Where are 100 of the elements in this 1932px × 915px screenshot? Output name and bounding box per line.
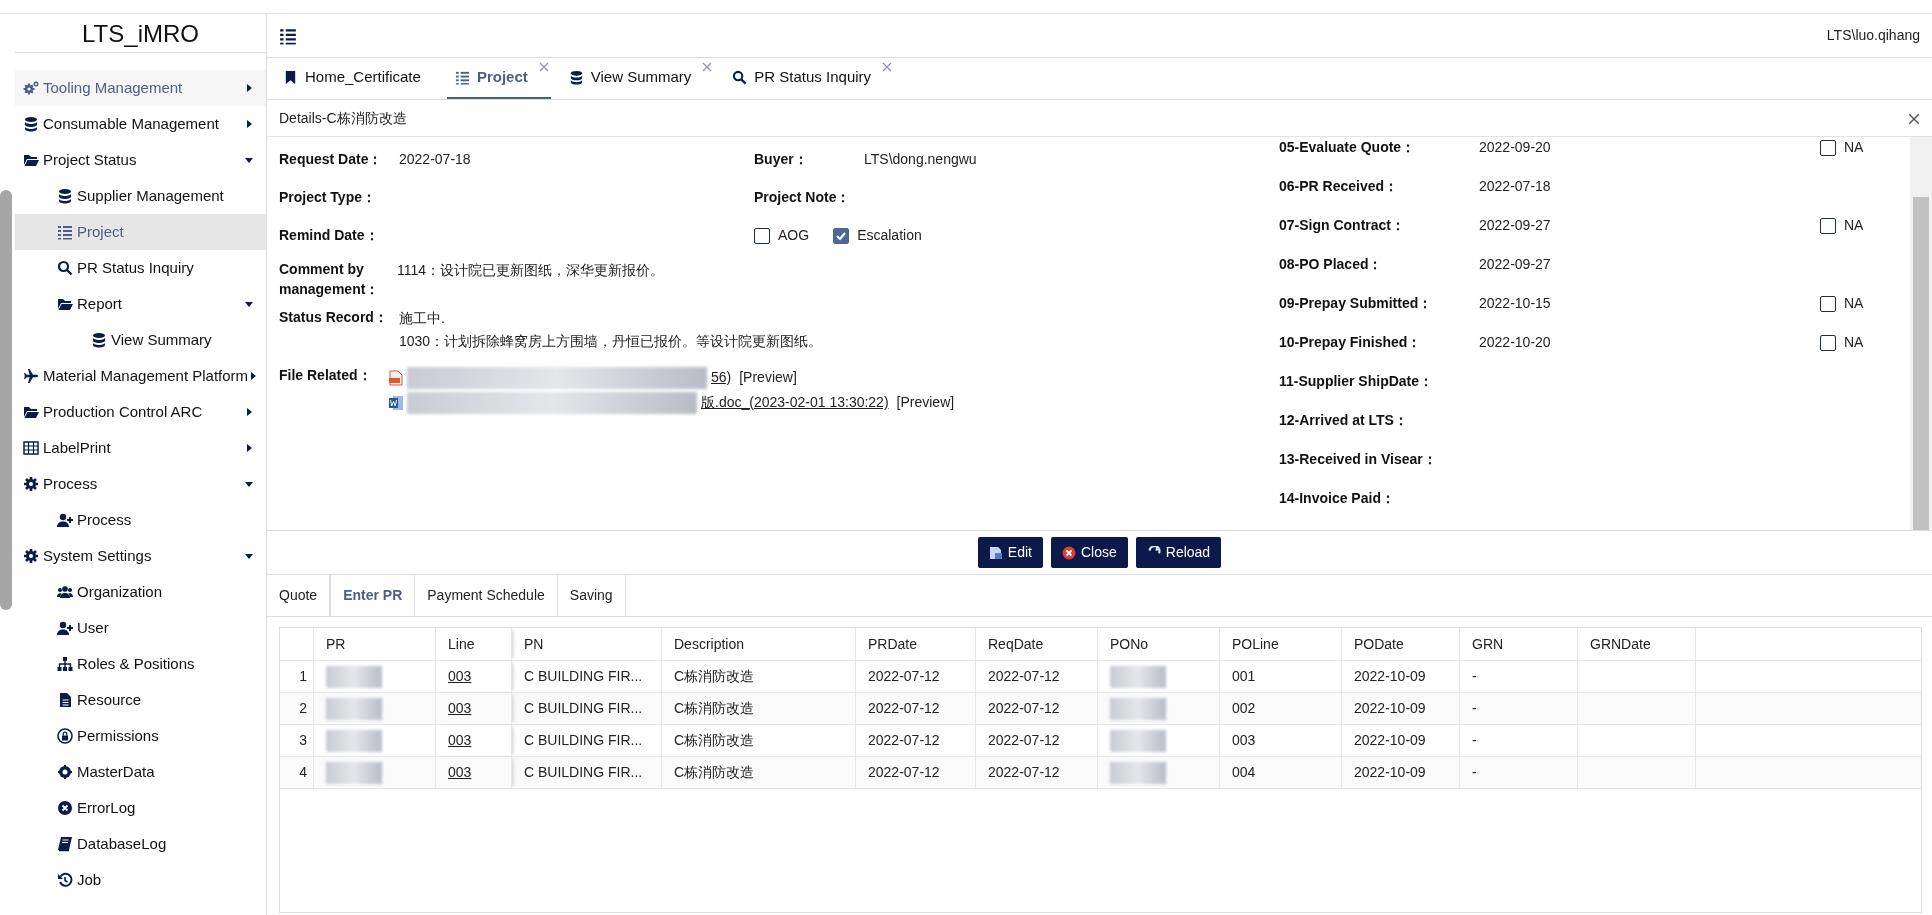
column-header[interactable]: PODate [1342,628,1460,660]
column-header[interactable]: PR [314,628,436,660]
preview-link[interactable]: [Preview] [739,367,797,388]
tab[interactable]: Quote [267,575,331,616]
tab[interactable]: Enter PR [330,575,416,616]
field-label: Project Type： [279,188,376,207]
column-header[interactable]: Description [662,628,856,660]
row-number: 1 [280,661,314,692]
column-header[interactable]: PRDate [856,628,976,660]
file-link[interactable]: 版.doc_(2023-02-01 13:30:22) [701,392,889,413]
sidebar-item[interactable]: User [15,610,266,646]
word-document-icon [389,394,403,411]
table-cell: - [1460,693,1578,724]
close-icon[interactable] [702,62,713,72]
field-label: 08-PO Placed： [1279,255,1384,274]
sidebar-item[interactable]: Tooling Management [15,70,266,106]
action-button[interactable]: Close [1050,537,1128,568]
checkbox[interactable] [833,227,850,244]
gear-icon [23,548,39,564]
tab[interactable]: Home_Certificate [275,58,437,99]
close-icon[interactable] [538,62,549,72]
tab[interactable]: Saving [557,575,626,616]
users-icon [57,584,73,600]
column-header[interactable]: GRN [1460,628,1578,660]
sidebar-item[interactable]: PR Status Inquiry [15,250,266,286]
line-link[interactable]: 003 [448,666,472,687]
table-cell: C栋消防改造 [662,757,856,788]
column-header[interactable]: Line [436,628,512,660]
field-value: 2022-10-20 [1479,334,1551,350]
column-header[interactable]: GRNDate [1578,628,1696,660]
sidebar-item[interactable]: Resource [15,682,266,718]
line-link[interactable]: 003 [448,730,472,751]
sidebar-item[interactable]: View Summary [15,322,266,358]
sidebar-item[interactable]: Roles & Positions [15,646,266,682]
sidebar-item[interactable]: Consumable Management [15,106,266,142]
sidebar-item[interactable]: Supplier Management [15,178,266,214]
error-icon [57,800,73,816]
column-header[interactable]: PN [512,628,662,660]
field-label: Remind Date： [279,226,379,245]
field-value: 2022-07-18 [1479,178,1551,194]
scrollbar[interactable] [1910,137,1932,530]
search-icon [57,260,73,276]
table-cell: C BUILDING FIR... [512,693,662,724]
table-cell: 003 [1220,725,1342,756]
table-cell: 002 [1220,693,1342,724]
sidebar-item[interactable]: Job [15,862,266,898]
sidebar-item[interactable]: Project Status [15,142,266,178]
sidebar-item[interactable]: MasterData [15,754,266,790]
app-logo: LTS_iMRO [15,14,266,53]
checkbox[interactable] [1820,295,1836,312]
file-icon [57,692,73,708]
field-label: 12-Arrived at LTS： [1279,411,1409,430]
scrollbar-thumb[interactable] [0,190,12,610]
sidebar-item[interactable]: Organization [15,574,266,610]
sidebar-item[interactable]: Permissions [15,718,266,754]
column-header[interactable]: ReqDate [976,628,1098,660]
line-link[interactable]: 003 [448,698,472,719]
action-button[interactable]: Reload [1135,537,1222,568]
sidebar-item[interactable]: Production Control ARC [15,394,266,430]
sidebar-item[interactable]: Process [15,502,266,538]
sidebar-item[interactable]: LabelPrint [15,430,266,466]
search-icon [732,70,748,85]
column-header[interactable]: PONo [1098,628,1220,660]
plane-icon [23,368,39,384]
table-cell: - [1460,661,1578,692]
file-link[interactable]: 56) [711,367,732,388]
user-name[interactable]: LTS\luo.qihang [1826,25,1920,46]
table-cell: 2022-07-12 [976,661,1098,692]
action-button[interactable]: Edit [977,537,1043,568]
checkbox[interactable] [1820,139,1836,156]
menu-icon[interactable] [279,27,297,46]
close-icon[interactable] [1908,112,1920,125]
tab[interactable]: Payment Schedule [415,575,558,616]
table-cell: C栋消防改造 [662,693,856,724]
close-icon[interactable] [882,62,893,72]
preview-link[interactable]: [Preview] [896,392,955,413]
checkbox-label: NA [1844,333,1864,352]
checkbox[interactable] [1820,217,1836,234]
line-link[interactable]: 003 [448,762,472,783]
table-cell: 001 [1220,661,1342,692]
sidebar-item[interactable]: Process [15,466,266,502]
sidebar-item[interactable]: Project [15,214,266,250]
row-number: 4 [280,757,314,788]
tab[interactable]: Project [446,58,551,99]
field-label: 05-Evaluate Quote： [1279,138,1417,157]
field-label: 07-Sign Contract： [1279,216,1406,235]
sidebar-item[interactable]: ErrorLog [15,790,266,826]
caret-down-icon [244,155,254,165]
sidebar-item[interactable]: DatabaseLog [15,826,266,862]
field-label: 09-Prepay Submitted： [1279,294,1434,313]
checkbox[interactable] [754,227,770,244]
tab[interactable]: PR Status Inquiry [724,58,895,99]
checkbox[interactable] [1820,334,1836,351]
column-header[interactable]: POLine [1220,628,1342,660]
field-value: 1030：计划拆除蜂窝房上方围墙，丹恒已报价。等设计院更新图纸。 [399,332,823,351]
sidebar-item[interactable]: Report [15,286,266,322]
field-label: Comment by management： [279,260,381,299]
sidebar-item[interactable]: System Settings [15,538,266,574]
sidebar-item[interactable]: Material Management Platform [15,358,266,394]
tab[interactable]: View Summary [560,58,715,99]
